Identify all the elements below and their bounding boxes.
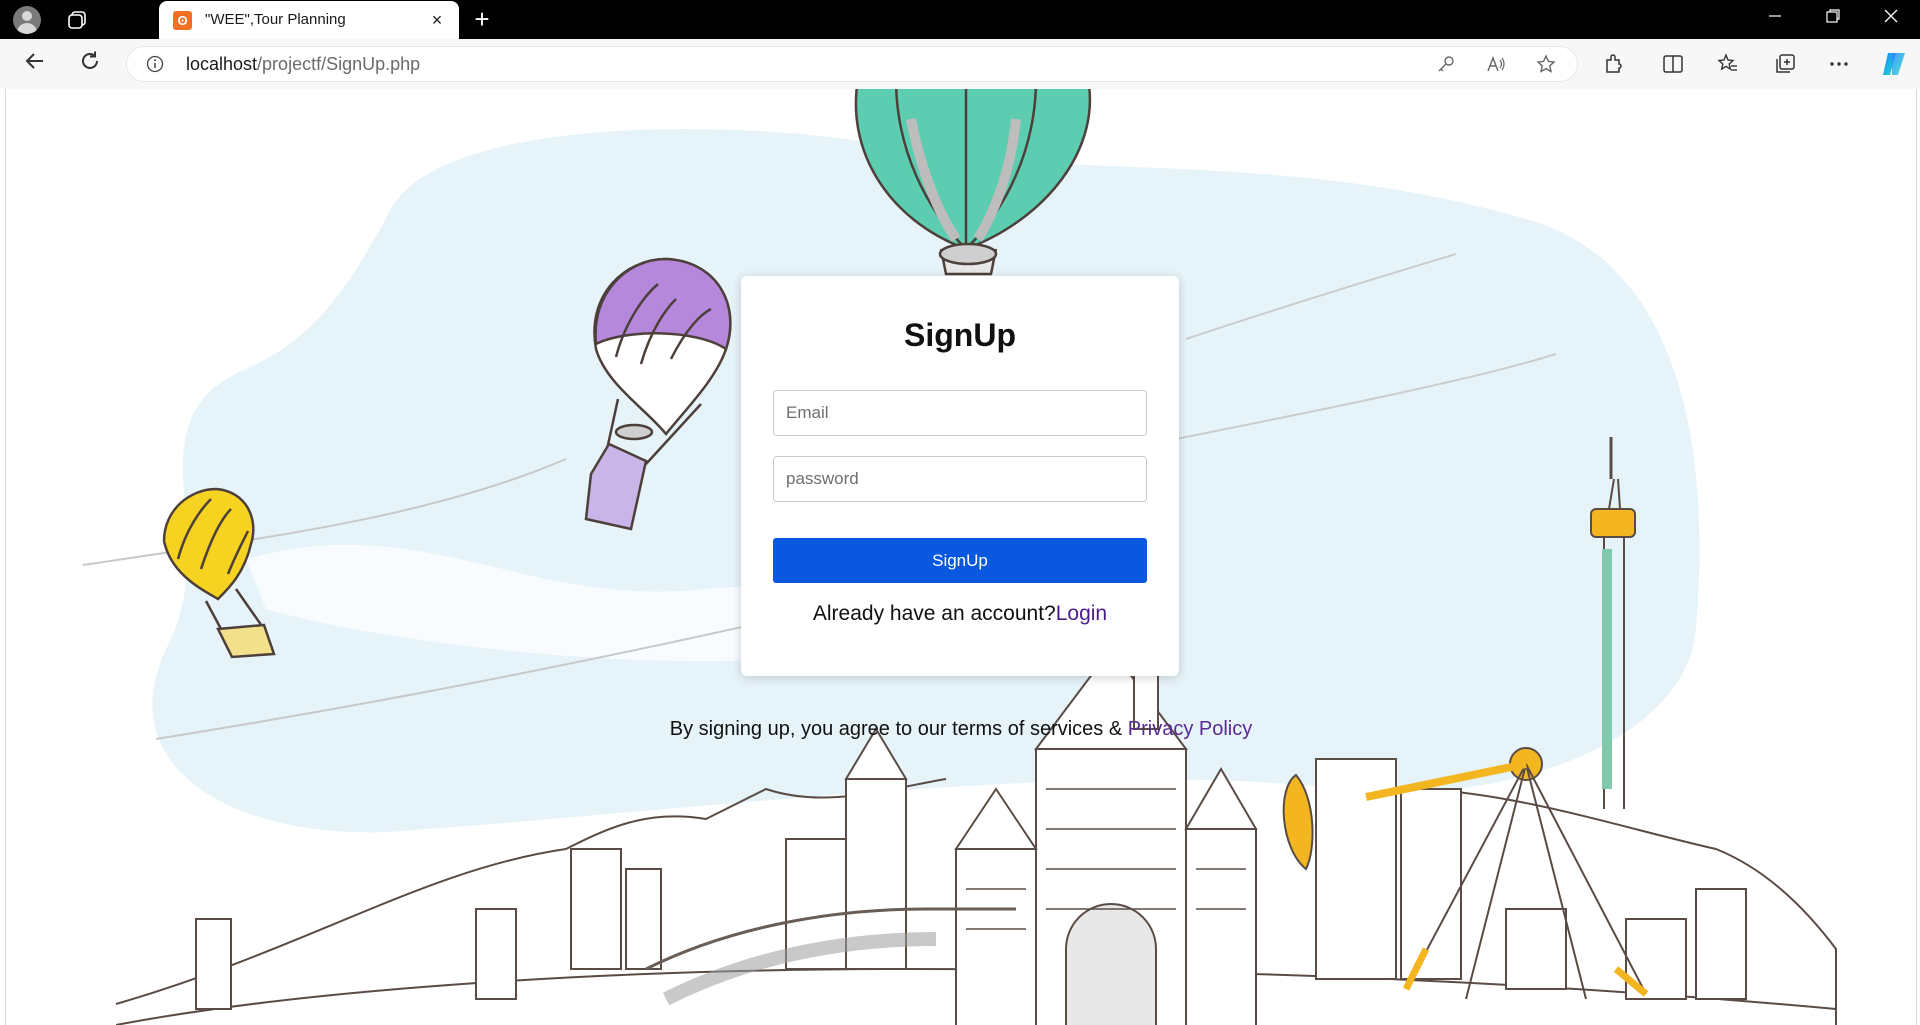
login-prompt-text: Already have an account? bbox=[812, 602, 1056, 625]
new-tab-icon[interactable]: + bbox=[469, 6, 495, 32]
xampp-icon: ʘ bbox=[173, 11, 192, 30]
terms-text: By signing up, you agree to our terms of… bbox=[669, 718, 1128, 740]
url-host: localhost bbox=[186, 54, 258, 74]
password-input[interactable] bbox=[773, 456, 1147, 502]
url-path: /projectf/SignUp.php bbox=[257, 54, 421, 74]
email-input[interactable] bbox=[773, 390, 1147, 436]
back-icon[interactable] bbox=[21, 50, 49, 78]
favorites-icon[interactable] bbox=[1716, 52, 1740, 76]
profile-avatar-icon[interactable] bbox=[13, 6, 41, 34]
favorite-star-icon[interactable] bbox=[1536, 54, 1556, 74]
collections-icon[interactable] bbox=[1773, 52, 1797, 76]
address-bar[interactable]: localhost/projectf/SignUp.php bbox=[126, 46, 1578, 82]
copilot-icon[interactable] bbox=[1880, 50, 1908, 78]
signup-card: SignUp SignUp Already have an account?Lo… bbox=[741, 276, 1179, 676]
login-link[interactable]: Login bbox=[1056, 602, 1107, 625]
signup-title: SignUp bbox=[904, 317, 1016, 353]
page-viewport: SignUp SignUp Already have an account?Lo… bbox=[5, 89, 1917, 1025]
browser-toolbar: localhost/projectf/SignUp.php bbox=[0, 39, 1920, 89]
tab-active[interactable]: ʘ "WEE",Tour Planning × bbox=[159, 1, 459, 39]
signup-button[interactable]: SignUp bbox=[773, 538, 1147, 583]
close-tab-icon[interactable]: × bbox=[427, 10, 447, 30]
login-prompt-line: Already have an account?Login bbox=[741, 602, 1179, 626]
privacy-policy-link[interactable]: Privacy Policy bbox=[1128, 718, 1252, 740]
key-icon[interactable] bbox=[1436, 54, 1456, 74]
refresh-icon[interactable] bbox=[76, 50, 104, 78]
more-options-icon[interactable] bbox=[1827, 52, 1851, 76]
extensions-icon[interactable] bbox=[1602, 52, 1626, 76]
restore-icon[interactable] bbox=[1810, 5, 1856, 33]
split-screen-icon[interactable] bbox=[1661, 52, 1685, 76]
close-window-icon[interactable] bbox=[1868, 5, 1914, 33]
url-text[interactable]: localhost/projectf/SignUp.php bbox=[186, 54, 420, 75]
tab-title: "WEE",Tour Planning bbox=[205, 11, 346, 28]
workspaces-icon[interactable] bbox=[66, 9, 88, 31]
site-info-icon[interactable] bbox=[146, 55, 164, 73]
read-aloud-icon[interactable] bbox=[1486, 54, 1506, 74]
browser-title-bar: ʘ "WEE",Tour Planning × + bbox=[0, 0, 1920, 39]
minimize-icon[interactable] bbox=[1752, 5, 1798, 33]
terms-line: By signing up, you agree to our terms of… bbox=[6, 718, 1916, 741]
